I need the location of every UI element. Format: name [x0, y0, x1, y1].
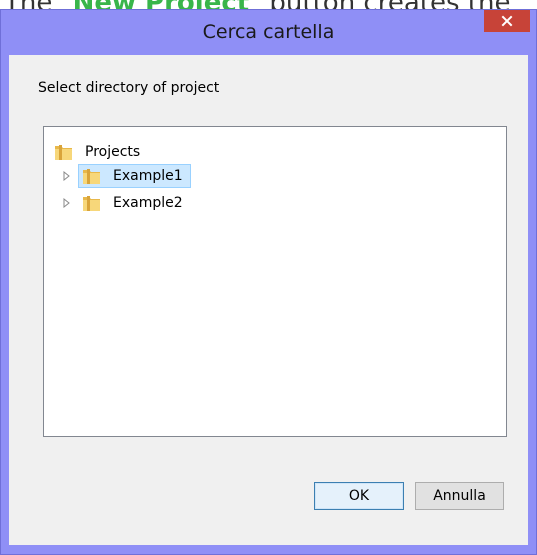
dialog-body: Select directory of project Projects Exa… [9, 55, 528, 545]
tree-node-example2[interactable]: Example2 [62, 191, 188, 215]
browse-folder-dialog: Cerca cartella Select directory of proje… [0, 9, 537, 555]
cancel-button[interactable]: Annulla [415, 482, 504, 510]
expand-arrow-icon[interactable] [62, 164, 72, 188]
tree-node-label: Example2 [113, 195, 183, 211]
tree-node-projects[interactable]: Projects [54, 140, 145, 164]
close-button[interactable] [484, 10, 530, 32]
prompt-text: Select directory of project [38, 80, 220, 96]
folder-icon [55, 145, 72, 160]
tree-node-example1[interactable]: Example1 [62, 164, 191, 188]
close-icon [501, 15, 513, 27]
folder-tree[interactable]: Projects Example1 Example2 [43, 126, 507, 437]
tree-node-label: Example1 [113, 168, 183, 184]
folder-icon [83, 169, 100, 184]
tree-node-label: Projects [85, 144, 141, 160]
ok-button[interactable]: OK [314, 482, 404, 510]
folder-icon [83, 196, 100, 211]
dialog-title: Cerca cartella [202, 21, 335, 43]
title-bar[interactable]: Cerca cartella [1, 10, 536, 56]
selected-item-highlight: Example1 [78, 164, 191, 188]
expand-arrow-icon[interactable] [62, 191, 72, 215]
